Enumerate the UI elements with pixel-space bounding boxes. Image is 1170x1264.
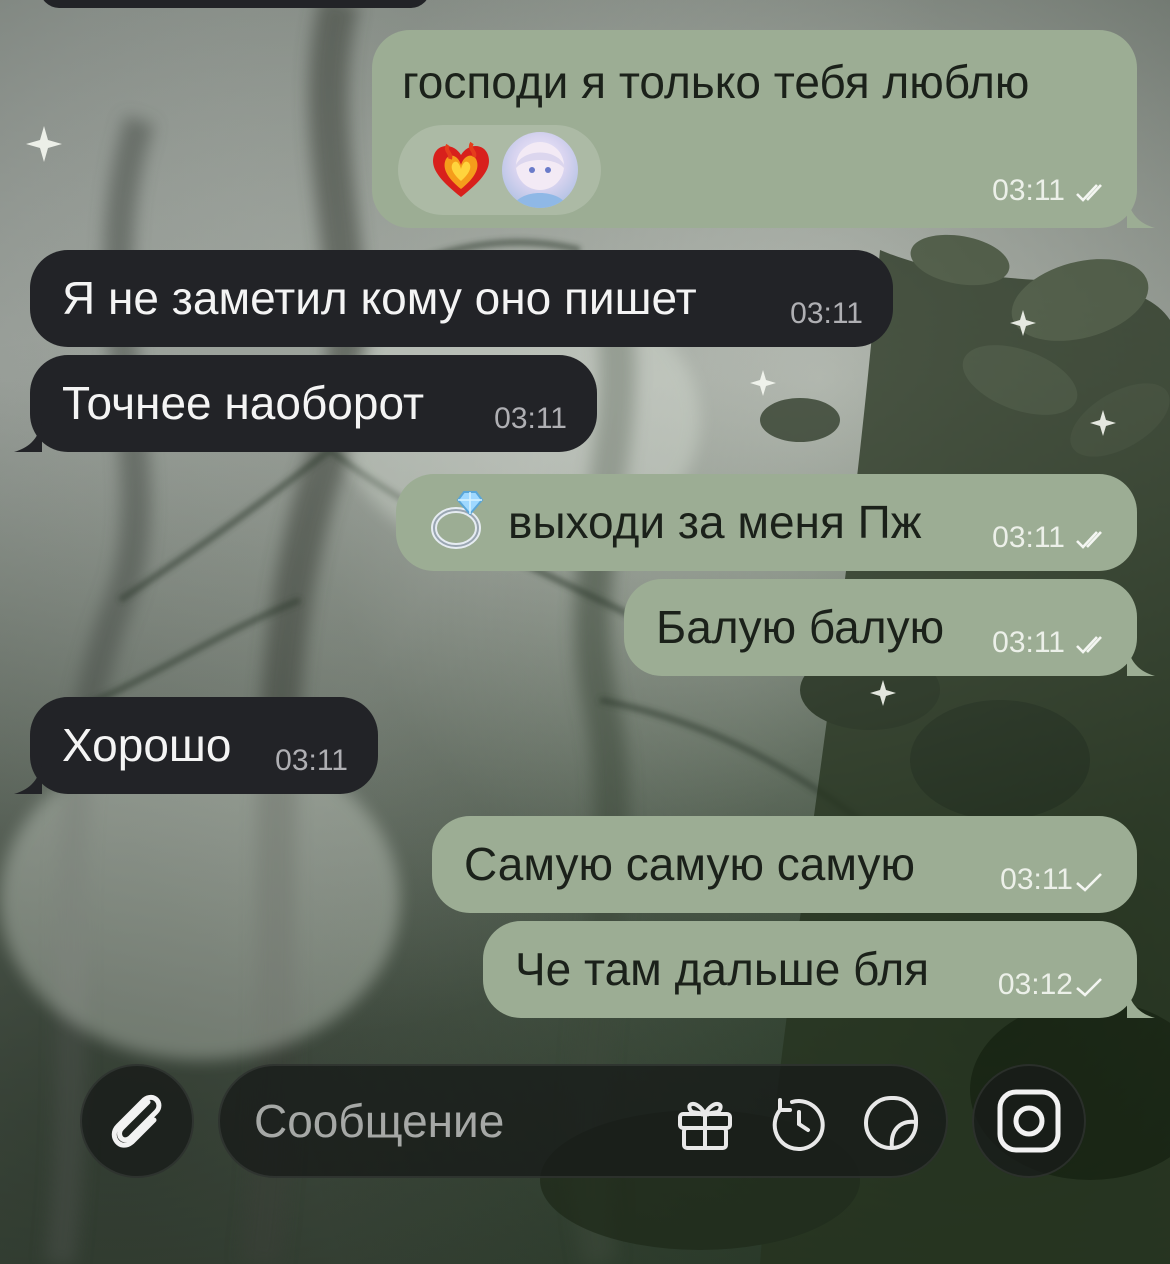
message-text: Балую балую [656, 601, 945, 653]
message-bubble-outgoing[interactable]: Че там дальше бля 03:12 [483, 921, 1155, 1018]
message-time: 03:11 [992, 174, 1065, 207]
reactions-bar[interactable] [398, 125, 601, 215]
sticker-icon[interactable] [860, 1092, 922, 1154]
timer-icon[interactable] [768, 1092, 830, 1154]
message-time: 03:11 [1000, 863, 1073, 896]
message-text: Я не заметил кому оно пишет [62, 272, 697, 324]
message-time: 03:11 [494, 402, 567, 435]
message-text: Че там дальше бля [515, 943, 930, 995]
message-time: 03:12 [997, 968, 1073, 1001]
double-check-icon [1076, 184, 1102, 202]
message-text: Самую самую самую [464, 838, 915, 890]
message-time: 03:11 [992, 626, 1065, 659]
message-bubble-incoming[interactable]: Я не заметил кому оно пишет 03:11 [30, 250, 893, 347]
message-bubble-outgoing[interactable]: Балую балую 03:11 [624, 579, 1155, 676]
message-text: господи я только тебя люблю [402, 56, 1030, 108]
gift-icon[interactable] [674, 1092, 736, 1154]
message-text: Точнее наоборот [62, 377, 425, 429]
heart-on-fire-emoji[interactable] [428, 139, 494, 201]
message-time: 03:11 [275, 744, 348, 777]
message-bubble-incoming[interactable]: Точнее наоборот 03:11 [14, 355, 597, 452]
message-input[interactable]: Сообщение [218, 1064, 948, 1178]
message-time: 03:11 [992, 521, 1065, 554]
message-bubble-outgoing[interactable]: Самую самую самую 03:11 [432, 816, 1137, 913]
message-bubble-outgoing[interactable]: господи я только тебя люблю 03:11 [372, 30, 1155, 228]
message-text: Хорошо [62, 719, 232, 771]
message-input-placeholder: Сообщение [254, 1095, 505, 1147]
avatar-reaction[interactable] [502, 132, 578, 208]
message-bubble-incoming[interactable]: Хорошо 03:11 [14, 697, 378, 794]
camera-button[interactable] [972, 1064, 1086, 1178]
message-bubble-outgoing[interactable]: выходи за меня Пж 03:11 [396, 474, 1137, 571]
double-check-icon [1076, 636, 1102, 654]
attach-button[interactable] [80, 1064, 194, 1178]
paperclip-icon [111, 1094, 162, 1148]
message-time: 03:11 [790, 297, 863, 330]
check-icon [1076, 873, 1102, 892]
double-check-icon [1076, 531, 1102, 549]
check-icon [1076, 978, 1102, 997]
message-text: выходи за меня Пж [508, 496, 922, 548]
camera-icon [997, 1089, 1061, 1153]
ring-emoji [431, 491, 484, 549]
